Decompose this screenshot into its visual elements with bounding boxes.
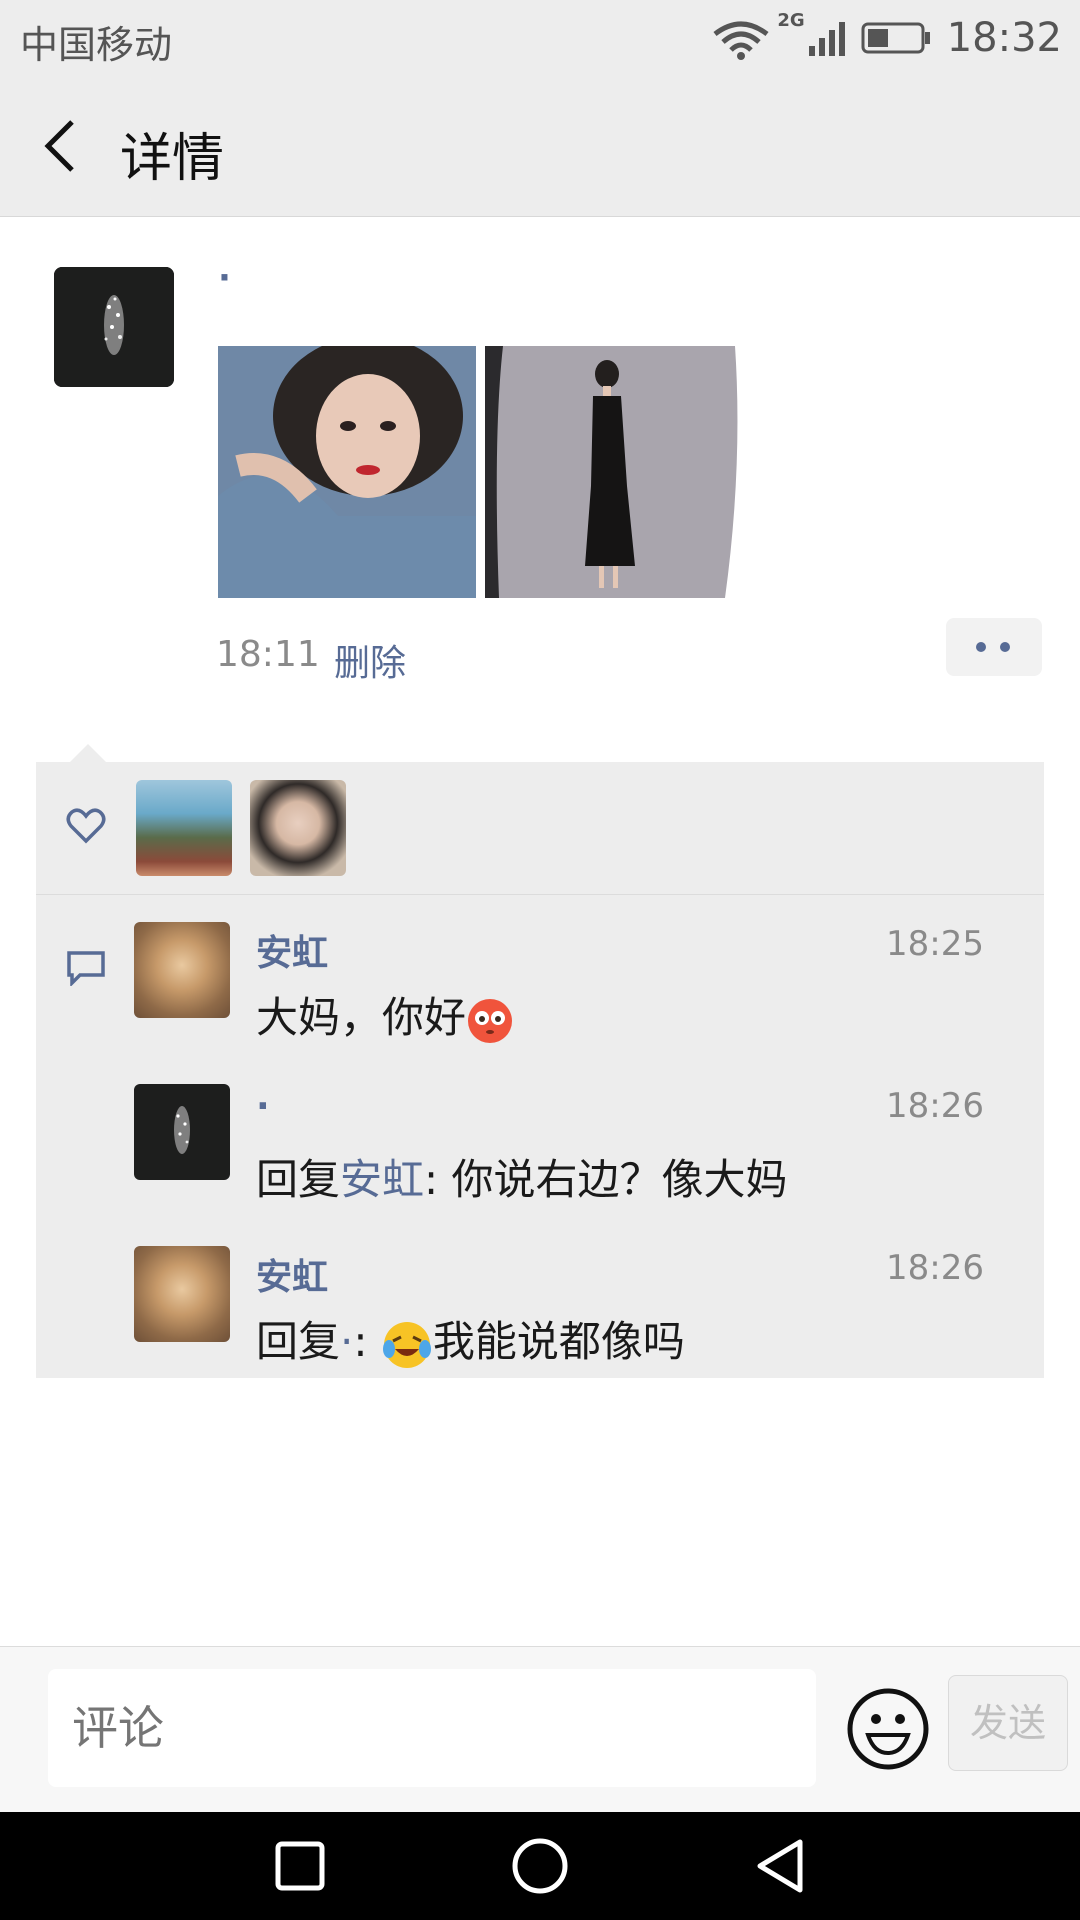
comment-time: 18:25 [886,924,984,964]
status-icons: 2G 18:32 [711,10,1062,66]
laughing-crying-emoji-icon [382,1321,431,1368]
post-photo-1[interactable] [218,346,476,598]
comment-body: 我能说都像吗 [432,1317,685,1366]
commenter-avatar[interactable] [134,1084,230,1180]
commenter-name[interactable]: 安虹 [256,924,328,976]
dot-icon [976,642,986,652]
comment-text: 大妈，你好 [256,984,514,1045]
commenter-name[interactable]: · [256,1086,270,1127]
chevron-left-icon [44,120,74,172]
system-nav-bar [0,1812,1080,1920]
comment-text: 回复·: 我能说都像吗 [256,1308,685,1371]
full-body-photo [485,346,743,598]
wifi-icon [713,21,769,60]
sparkle-avatar-image [54,267,174,387]
clock: 18:32 [946,15,1062,61]
comment-item[interactable]: 安虹 18:25 大妈，你好 [36,922,1044,1062]
back-triangle-icon[interactable] [750,1836,810,1896]
liker-avatar[interactable] [250,780,346,876]
comment-body: : 你说右边？像大妈 [424,1155,788,1204]
back-button[interactable] [38,116,88,176]
comment-input-bar: 发送 [0,1646,1080,1813]
more-actions-button[interactable] [946,618,1042,676]
dot-icon [1000,642,1010,652]
comment-time: 18:26 [886,1248,984,1288]
send-button[interactable]: 发送 [948,1675,1068,1771]
comment-item[interactable]: · 18:26 回复安虹: 你说右边？像大妈 [36,1084,1044,1224]
delete-link[interactable]: 删除 [334,634,406,686]
battery-icon [861,22,930,54]
liker-avatar[interactable] [136,780,232,876]
commenter-name[interactable]: 安虹 [256,1248,328,1300]
home-circle-icon[interactable] [510,1836,570,1896]
portrait-photo [218,346,476,598]
reply-target-name[interactable]: · [340,1317,353,1366]
reply-target-name[interactable]: 安虹 [340,1155,424,1204]
signal-icon [808,22,845,56]
page-title: 详情 [120,129,225,189]
post-author-name[interactable]: · [218,258,231,298]
recents-square-icon[interactable] [270,1836,330,1896]
reply-prefix: 回复 [256,1317,341,1366]
comment-input[interactable] [48,1669,816,1787]
panel-caret [70,744,106,762]
post-author-avatar[interactable] [54,267,174,387]
comment-time: 18:26 [886,1086,984,1126]
likes-row [36,762,1044,895]
heart-icon [66,808,106,844]
carrier-name: 中国移动 [20,23,173,67]
top-bar: 详情 [0,76,1080,217]
comment-item[interactable]: 安虹 18:26 回复·: 我能说都像吗 [36,1246,1044,1376]
comment-body: 大妈，你好 [256,993,467,1042]
commenter-avatar[interactable] [134,922,230,1018]
interactions-panel: 安虹 18:25 大妈，你好 · 18:26 回复安虹: 你说右边？像大妈 安虹… [36,762,1044,1378]
status-bar: 中国移动 2G 18:32 [0,0,1080,76]
emoji-face-icon[interactable] [846,1687,930,1771]
flushed-face-emoji-icon [468,998,513,1043]
comment-text: 回复安虹: 你说右边？像大妈 [256,1146,788,1207]
network-type: 2G [777,10,805,31]
sparkle-avatar-image [174,1106,190,1154]
commenter-avatar[interactable] [134,1246,230,1342]
post-photo-2[interactable] [485,346,743,598]
reply-prefix: 回复 [256,1155,341,1204]
post-time: 18:11 [216,634,320,675]
